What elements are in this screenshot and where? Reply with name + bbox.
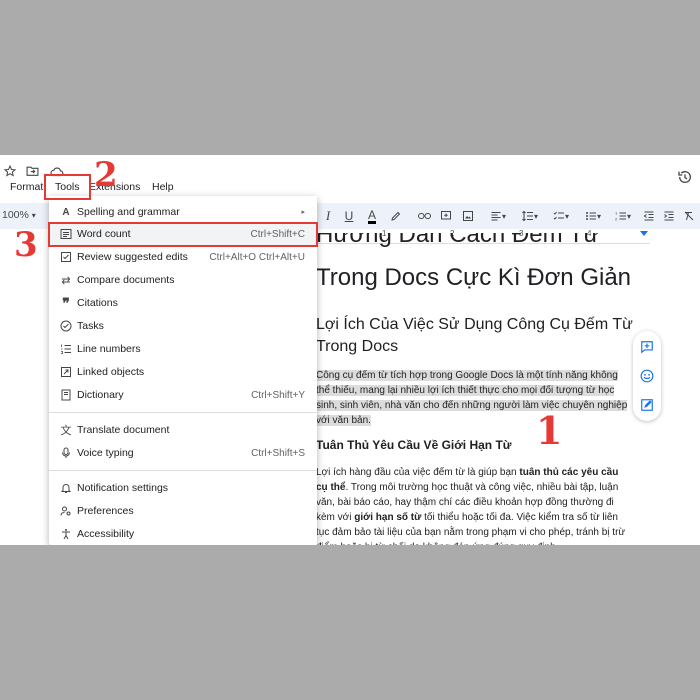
- menu-item-preferences[interactable]: Preferences: [49, 500, 317, 522]
- menu-item-label: Citations: [77, 297, 118, 309]
- menu-item-spelling[interactable]: A Spelling and grammar ▸: [49, 201, 317, 223]
- decrease-indent-icon[interactable]: [640, 207, 658, 225]
- chevron-down-icon: ▾: [31, 211, 36, 220]
- line-numbers-icon: [59, 342, 73, 356]
- shortcut-label: Ctrl+Alt+O Ctrl+Alt+U: [209, 251, 305, 263]
- zoom-select[interactable]: 100% ▾: [2, 209, 36, 221]
- svg-text:1: 1: [615, 211, 618, 216]
- suggest-edit-icon[interactable]: [639, 397, 655, 413]
- menu-item-review-edits[interactable]: Review suggested edits Ctrl+Alt+O Ctrl+A…: [49, 246, 317, 268]
- section-heading: Lợi Ích Của Việc Sử Dụng Công Cụ Đếm Từ: [316, 316, 633, 333]
- menu-item-voice-typing[interactable]: Voice typing Ctrl+Shift+S: [49, 442, 317, 464]
- floating-action-panel: [633, 331, 661, 421]
- clear-formatting-icon[interactable]: [680, 207, 698, 225]
- translate-icon: 文: [60, 425, 72, 437]
- menu-item-label: Dictionary: [77, 389, 124, 401]
- bulleted-list-icon[interactable]: ▾: [580, 207, 606, 225]
- step-number-1: 1: [536, 408, 563, 453]
- step-number-2: 2: [94, 155, 118, 195]
- zoom-value: 100%: [2, 209, 29, 221]
- bottom-backdrop: [0, 545, 700, 700]
- menu-item-label: Voice typing: [77, 447, 134, 459]
- shortcut-label: Ctrl+Shift+S: [251, 447, 305, 459]
- document-title-line: Hướng Dẫn Cách Đếm Từ: [316, 233, 600, 248]
- paragraph-text: Lợi ích hàng đầu của việc đếm từ là giúp…: [316, 467, 520, 478]
- menu-item-tasks[interactable]: Tasks: [49, 315, 317, 337]
- menu-item-label: Tasks: [77, 320, 104, 332]
- italic-icon[interactable]: I: [319, 207, 337, 225]
- step-number-3: 3: [14, 225, 38, 265]
- numbered-list-icon[interactable]: 1 2 ▾: [610, 207, 636, 225]
- google-docs-window: Format Tools Extensions Help 100% ▾ I U …: [0, 155, 700, 545]
- preferences-icon: [59, 504, 73, 518]
- align-icon[interactable]: ▾: [484, 207, 512, 225]
- menu-item-label: Compare documents: [77, 274, 175, 286]
- menu-divider: [49, 470, 317, 471]
- tasks-icon: [59, 319, 73, 333]
- menu-item-label: Preferences: [77, 505, 134, 517]
- add-comment-icon[interactable]: [437, 207, 455, 225]
- add-comment-icon[interactable]: [639, 339, 655, 355]
- menu-item-label: Line numbers: [77, 343, 141, 355]
- menu-item-citations[interactable]: ❞ Citations: [49, 292, 317, 314]
- review-edits-icon: [59, 250, 73, 264]
- line-spacing-icon[interactable]: ▾: [518, 207, 542, 225]
- shortcut-label: Ctrl+Shift+Y: [251, 389, 305, 401]
- menu-item-label: Review suggested edits: [77, 251, 188, 263]
- text-color-icon[interactable]: A: [363, 207, 381, 225]
- dictionary-icon: [59, 388, 73, 402]
- document-page[interactable]: Hướng Dẫn Cách Đếm Từ Trong Docs Cực Kì …: [316, 233, 646, 545]
- menu-item-translate[interactable]: 文 Translate document: [49, 419, 317, 441]
- bold-text: giới hạn số từ: [354, 512, 422, 523]
- compare-icon: ⇄: [61, 274, 71, 287]
- highlight-icon[interactable]: [387, 207, 405, 225]
- section-heading: Trong Docs: [316, 338, 399, 355]
- svg-text:2: 2: [615, 217, 618, 222]
- menu-item-label: Notification settings: [77, 482, 169, 494]
- highlighted-text: Công cụ đếm từ tích hợp trong Google Doc…: [316, 370, 628, 426]
- spellcheck-icon: A: [62, 206, 70, 218]
- insert-image-icon[interactable]: [459, 207, 477, 225]
- tools-menu-highlight-box: [44, 174, 91, 200]
- menu-help[interactable]: Help: [152, 181, 174, 193]
- paragraph-selected: Công cụ đếm từ tích hợp trong Google Doc…: [316, 368, 632, 428]
- menu-item-label: Linked objects: [77, 366, 145, 378]
- subsection-heading: Tuân Thủ Yêu Cầu Về Giới Hạn Từ: [316, 438, 512, 452]
- menu-item-notifications[interactable]: Notification settings: [49, 477, 317, 499]
- emoji-reaction-icon[interactable]: [639, 368, 655, 384]
- menu-item-line-numbers[interactable]: Line numbers: [49, 338, 317, 360]
- tools-menu: A Spelling and grammar ▸ Word count Ctrl…: [49, 196, 317, 545]
- star-icon[interactable]: [3, 164, 17, 178]
- document-title-line: Trong Docs Cực Kì Đơn Giản: [316, 264, 632, 291]
- menu-item-label: Spelling and grammar: [77, 206, 180, 218]
- top-backdrop: [0, 0, 700, 155]
- menu-item-label: Translate document: [77, 424, 170, 436]
- paragraph: Lợi ích hàng đầu của việc đếm từ là giúp…: [316, 465, 632, 545]
- increase-indent-icon[interactable]: [660, 207, 678, 225]
- move-folder-icon[interactable]: [25, 164, 39, 178]
- checklist-icon[interactable]: ▾: [548, 207, 574, 225]
- microphone-icon: [59, 446, 73, 460]
- menu-divider: [49, 412, 317, 413]
- menu-item-linked-objects[interactable]: Linked objects: [49, 361, 317, 383]
- menu-item-compare[interactable]: ⇄ Compare documents: [49, 269, 317, 291]
- accessibility-icon: [59, 527, 73, 541]
- menu-item-accessibility[interactable]: Accessibility: [49, 523, 317, 545]
- menu-format[interactable]: Format: [10, 181, 43, 193]
- underline-icon[interactable]: U: [340, 207, 358, 225]
- menu-item-label: Accessibility: [77, 528, 135, 540]
- version-history-icon[interactable]: [676, 168, 694, 186]
- bell-icon: [59, 481, 73, 495]
- menu-item-dictionary[interactable]: Dictionary Ctrl+Shift+Y: [49, 384, 317, 406]
- linked-objects-icon: [59, 365, 73, 379]
- quote-icon: ❞: [62, 294, 70, 311]
- word-count-highlight-box: [48, 222, 318, 247]
- link-icon[interactable]: [415, 207, 433, 225]
- submenu-arrow-icon: ▸: [301, 209, 305, 216]
